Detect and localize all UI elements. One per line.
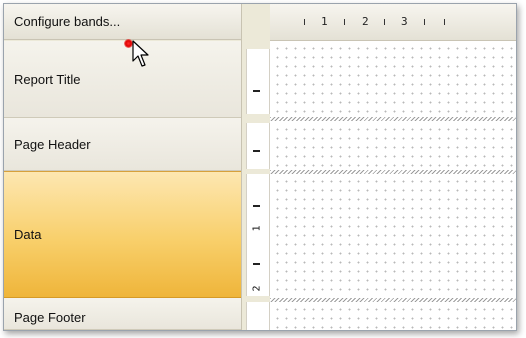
report-title-area[interactable] — [270, 41, 516, 117]
ruler-segment — [246, 302, 270, 330]
ruler-tick — [253, 205, 260, 207]
band-label: Page Footer — [14, 310, 86, 325]
band-data[interactable]: Data — [4, 171, 241, 298]
band-report-title[interactable]: Report Title — [4, 41, 241, 118]
band-page-footer[interactable]: Page Footer — [4, 298, 241, 330]
ruler-segment — [246, 49, 270, 114]
horizontal-ruler: 1 2 3 — [241, 4, 516, 41]
ruler-segment — [246, 123, 270, 169]
ruler-tick — [253, 150, 260, 152]
ruler-tick — [444, 19, 445, 25]
ruler-label: 1 — [321, 15, 328, 28]
ruler-label: 2 — [362, 15, 369, 28]
configure-bands-button[interactable]: Configure bands... — [4, 4, 241, 40]
ruler-tick — [304, 19, 305, 25]
band-page-header[interactable]: Page Header — [4, 118, 241, 171]
ruler-label: 1 — [251, 225, 263, 232]
band-label: Page Header — [14, 136, 91, 152]
band-label: Data — [14, 227, 42, 242]
band-panel: Configure bands... Report Title Page Hea… — [4, 4, 241, 330]
page-footer-area[interactable] — [270, 302, 516, 330]
mouse-pointer-icon — [132, 40, 149, 67]
report-designer: Configure bands... Report Title Page Hea… — [3, 3, 517, 331]
ruler-tick — [424, 19, 425, 25]
ruler-tick — [253, 90, 260, 92]
data-area[interactable] — [270, 174, 516, 296]
ruler-label: 2 — [251, 285, 263, 292]
ruler-tick — [253, 263, 260, 265]
ruler-label: 3 — [401, 15, 408, 28]
band-separator[interactable] — [270, 117, 516, 121]
ruler-tick — [344, 19, 345, 25]
page-header-area[interactable] — [270, 122, 516, 170]
band-label: Report Title — [14, 71, 81, 87]
ruler-tick — [384, 19, 385, 25]
